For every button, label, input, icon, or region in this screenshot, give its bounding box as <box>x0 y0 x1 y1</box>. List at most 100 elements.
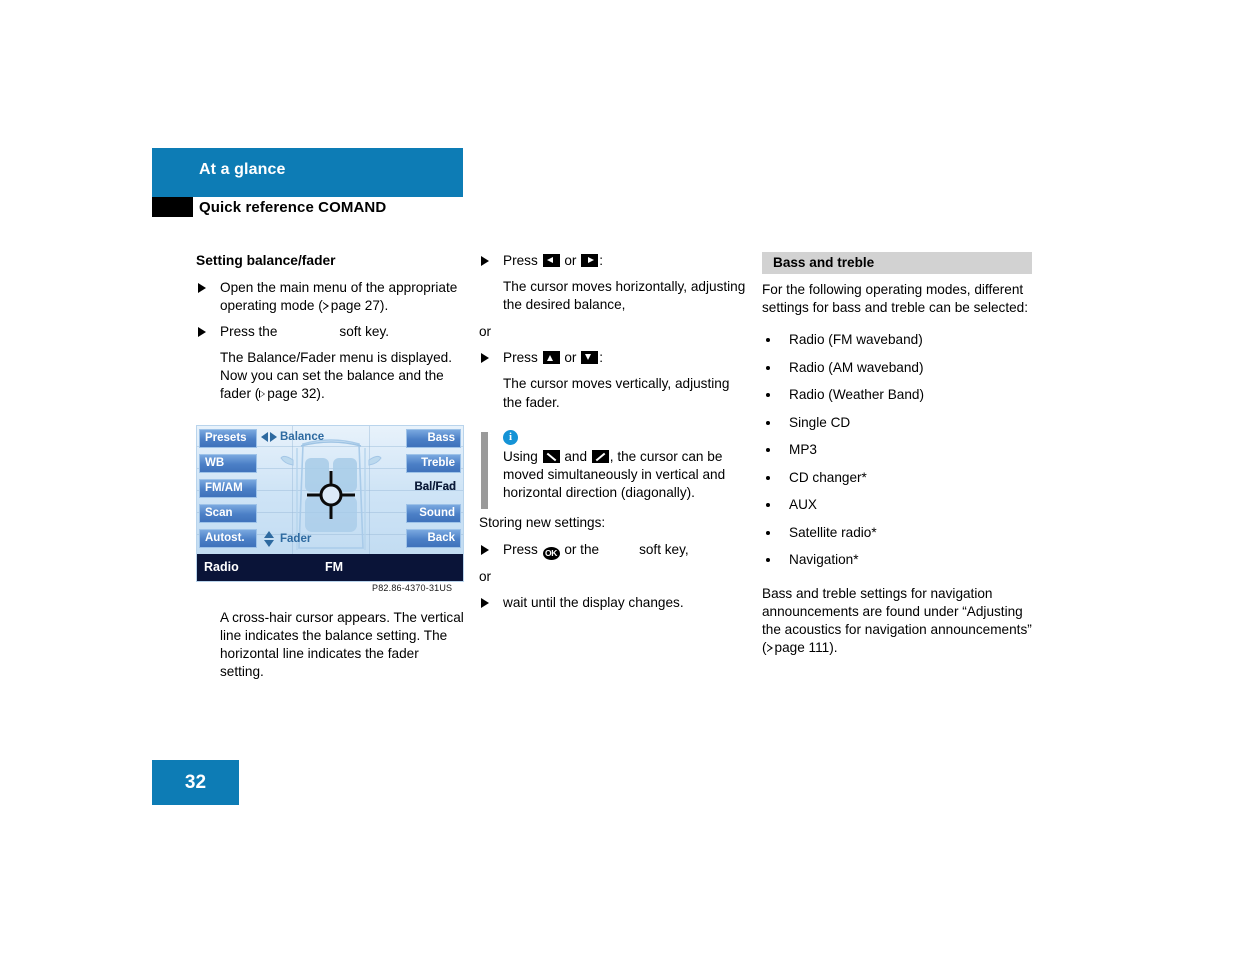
page-ref-triangle-icon <box>322 302 329 311</box>
softkey-label: Treble <box>421 457 455 469</box>
bass-treble-intro: For the following operating modes, diffe… <box>762 282 1028 316</box>
or-inline: or <box>564 253 577 268</box>
note-side-bar <box>481 431 488 509</box>
colon: : <box>599 253 603 268</box>
softkey-label: Scan <box>205 507 233 519</box>
info-icon: i <box>503 429 518 445</box>
comand-softkey-sound[interactable]: Sound <box>406 504 461 523</box>
result-text: The Balance/Fader menu is displayed. Now… <box>220 350 452 402</box>
comand-softkey-wb[interactable]: WB <box>199 454 257 473</box>
list-item: Navigation* <box>762 551 1032 568</box>
softkey-label: Presets <box>205 432 247 444</box>
fader-up-down-arrows-icon <box>264 531 274 550</box>
status-source: Radio <box>204 560 239 574</box>
section-marker-tab <box>152 197 193 217</box>
comand-softkey-bal-fad[interactable]: Bal/Fad <box>406 479 461 498</box>
step-text: Press <box>503 350 538 366</box>
balance-left-right-arrows-icon <box>261 432 277 445</box>
arrow-up-key-icon <box>542 351 560 365</box>
comand-softkey-autostore[interactable]: Autost. <box>199 529 257 548</box>
step-text: Press <box>503 542 538 558</box>
step-open-main-menu: Open the main menu of the appropriate op… <box>196 279 464 315</box>
step-press-up-down: Press or : <box>479 349 747 367</box>
comand-softkey-back[interactable]: Back <box>406 529 461 548</box>
arrow-right-key-icon <box>581 254 599 267</box>
comand-status-bar: Radio FM <box>197 554 463 581</box>
figure-caption: P82.86-4370-31US <box>372 583 453 593</box>
arrow-down-key-icon <box>581 351 599 365</box>
page-ref: page 32). <box>267 386 325 402</box>
step-press-ok: Press OK or the soft key, <box>479 541 747 561</box>
comand-display-figure: Presets WB FM/AM Scan Autost. Bass Trebl… <box>196 425 464 582</box>
page-ref: page 27). <box>330 298 389 314</box>
step-triangle-icon <box>481 545 489 556</box>
comand-softkey-bass[interactable]: Bass <box>406 429 461 448</box>
arrow-left-key-icon <box>542 254 560 267</box>
info-note: i Using and , the cursor can be moved si… <box>479 429 747 509</box>
operating-modes-list: Radio (FM waveband) Radio (AM waveband) … <box>762 331 1032 568</box>
navigation-announcement-note: Bass and treble settings for navigation … <box>762 585 1032 657</box>
or-separator-1: or <box>479 324 492 340</box>
softkey-label: Autost. <box>205 532 245 544</box>
list-item: AUX <box>762 496 1032 513</box>
comand-softkey-treble[interactable]: Treble <box>406 454 461 473</box>
softkey-label: Back <box>427 532 456 544</box>
list-item: Radio (Weather Band) <box>762 386 1032 403</box>
softkey-label: FM/AM <box>205 482 243 494</box>
header-rule <box>152 194 463 197</box>
step-text-tail: soft key. <box>339 324 390 340</box>
page-ref-triangle-icon <box>259 390 266 399</box>
softkey-label: Sound <box>419 507 455 519</box>
note-body: Using and , the cursor can be moved simu… <box>503 448 747 502</box>
col1-heading: Setting balance/fader <box>196 253 336 268</box>
list-item: MP3 <box>762 441 1032 458</box>
diagonal-up-right-key-icon <box>591 449 609 463</box>
list-item: Satellite radio* <box>762 524 1032 541</box>
step-text-mid: or the <box>564 542 600 558</box>
chapter-title: At a glance <box>199 161 286 178</box>
colon: : <box>599 350 603 366</box>
result-horizontal: The cursor moves horizontally, adjusting… <box>503 279 746 313</box>
fader-axis-label: Fader <box>280 533 312 545</box>
note-text-a: Using <box>503 448 538 464</box>
page-ref-triangle-icon <box>766 644 773 653</box>
comand-softkey-presets[interactable]: Presets <box>199 429 257 448</box>
balance-axis-label: Balance <box>280 431 325 443</box>
comand-screen: Presets WB FM/AM Scan Autost. Bass Trebl… <box>197 426 463 555</box>
list-item: CD changer* <box>762 469 1032 486</box>
comand-softkey-scan[interactable]: Scan <box>199 504 257 523</box>
column-middle: Press or : The cursor moves horizontally… <box>479 252 747 620</box>
step-text-tail: soft key, <box>639 542 689 558</box>
status-band: FM <box>325 560 344 574</box>
softkey-label: Bal/Fad <box>414 481 456 493</box>
step-triangle-icon <box>198 327 206 338</box>
step-text: Press <box>503 253 538 268</box>
step-text: Press the <box>220 324 278 340</box>
note-and: and <box>564 448 588 464</box>
chapter-header-banner: At a glance <box>152 148 463 194</box>
softkey-label: Bass <box>427 432 456 444</box>
diagonal-down-right-key-icon <box>542 449 560 463</box>
list-item: Single CD <box>762 414 1032 431</box>
column-left: Setting balance/fader Open the main menu… <box>196 252 464 413</box>
step-triangle-icon <box>198 283 206 293</box>
softkey-label: WB <box>205 457 225 469</box>
step-press-left-right: Press or : <box>479 252 747 270</box>
step-text: wait until the display changes. <box>503 595 684 611</box>
step-press-soft-key: Press the soft key. <box>196 323 464 341</box>
step-result-balance-fader: The Balance/Fader menu is displayed. Now… <box>196 349 464 403</box>
result-vertical: The cursor moves vertically, adjusting t… <box>503 376 730 410</box>
storing-heading: Storing new settings: <box>479 514 606 530</box>
or-separator-2: or <box>479 569 492 585</box>
bass-treble-heading: Bass and treble <box>762 252 1032 274</box>
step-triangle-icon <box>481 353 489 364</box>
page-ref: page 111). <box>774 640 838 656</box>
step-wait-for-display: wait until the display changes. <box>479 594 747 612</box>
column-right: Bass and treble For the following operat… <box>762 252 1032 658</box>
list-item: Radio (AM waveband) <box>762 359 1032 376</box>
ok-key-icon: OK <box>542 547 560 561</box>
step-triangle-icon <box>481 256 489 266</box>
comand-softkey-fm-am[interactable]: FM/AM <box>199 479 257 498</box>
list-item: Radio (FM waveband) <box>762 331 1032 348</box>
or-inline: or <box>564 350 577 366</box>
